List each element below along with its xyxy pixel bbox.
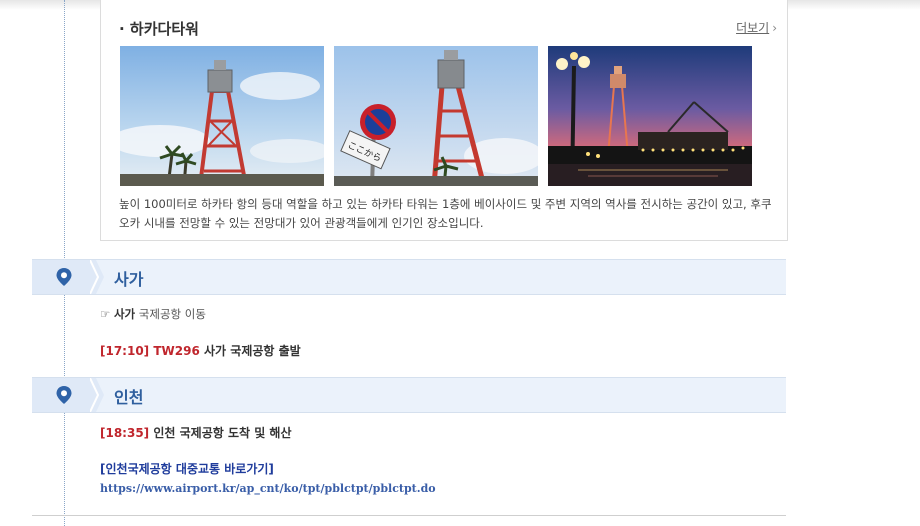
chevron-divider-icon xyxy=(90,378,104,412)
airport-url-link[interactable]: https://www.airport.kr/ap_cnt/ko/tpt/pbl… xyxy=(100,482,436,495)
note-text: 국제공항 이동 xyxy=(135,307,206,321)
schedule-departure: [17:10] TW296 사가 국제공항 출발 xyxy=(100,342,301,359)
chevron-divider-icon xyxy=(90,260,104,294)
section-header-incheon: 인천 xyxy=(32,377,786,413)
section-header-saga: 사가 xyxy=(32,259,786,295)
chevron-right-icon: › xyxy=(772,21,777,35)
attraction-description: 높이 100미터로 하카타 항의 등대 역할을 하고 있는 하카타 타워는 1층… xyxy=(119,197,772,230)
section-title-incheon: 인천 xyxy=(114,388,144,407)
bottom-divider xyxy=(32,515,786,516)
photo-tower-2[interactable]: ここから xyxy=(334,46,538,186)
schedule-time: [18:35] xyxy=(100,426,150,440)
schedule-text: 인천 국제공항 도착 및 해산 xyxy=(149,426,292,440)
note-bold: 사가 xyxy=(113,307,136,321)
move-note: ☞ 사가 국제공항 이동 xyxy=(100,306,206,322)
schedule-text: 사가 국제공항 출발 xyxy=(199,344,301,358)
more-label: 더보기 xyxy=(736,21,770,35)
map-pin-icon xyxy=(56,268,72,286)
photo-tower-night[interactable] xyxy=(548,46,752,186)
map-pin-icon xyxy=(56,386,72,404)
photo-tower-1[interactable] xyxy=(120,46,324,186)
more-link[interactable]: 더보기 › xyxy=(736,19,777,36)
schedule-arrival: [18:35] 인천 국제공항 도착 및 해산 xyxy=(100,424,292,441)
attraction-card: · 하카다타워 더보기 › ここから 높이 100미터로 하카타 항의 등대 역… xyxy=(100,0,788,241)
schedule-time: [17:10] xyxy=(100,344,150,358)
finger-point-icon: ☞ xyxy=(100,307,111,321)
attraction-title: · 하카다타워 xyxy=(119,20,199,38)
flight-number: TW296 xyxy=(153,344,200,358)
airport-transport-link[interactable]: [인천국제공항 대중교통 바로가기] xyxy=(100,460,274,477)
section-title-saga: 사가 xyxy=(114,270,144,289)
